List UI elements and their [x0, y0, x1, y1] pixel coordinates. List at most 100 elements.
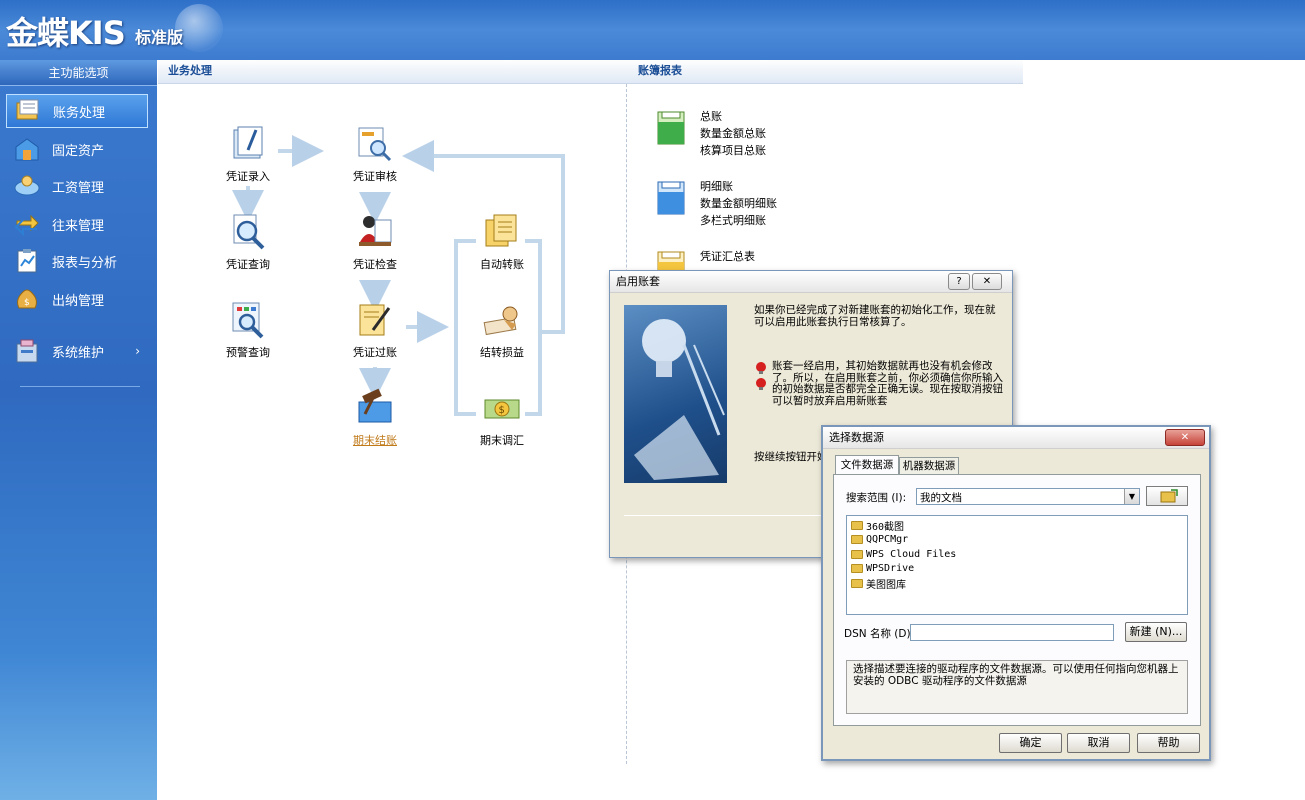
up-folder-button[interactable] — [1146, 486, 1188, 506]
flow-voucher-entry[interactable]: 凭证录入 — [208, 124, 288, 184]
dialog-intro: 如果你已经完成了对新建账套的初始化工作，现在就可以启用此账套执行日常核算了。 — [754, 304, 996, 328]
ledger-group-summary: 凭证汇总表 — [700, 248, 755, 265]
folder-icon — [851, 564, 863, 574]
ledger-group-detail: 明细账 数量金额明细账 多栏式明细账 — [700, 178, 777, 229]
flow-label: 期末结账 — [353, 434, 397, 447]
help-button[interactable]: ? — [948, 273, 970, 290]
ledger-link-multi-detail[interactable]: 多栏式明细账 — [700, 212, 777, 229]
voucher-entry-icon — [228, 124, 268, 164]
search-range-label: 搜索范围 (I): — [846, 492, 907, 504]
dialog-title: 启用账套 — [616, 275, 660, 288]
flow-voucher-audit[interactable]: 凭证审核 — [335, 124, 415, 184]
app-edition: 标准版 — [135, 28, 184, 47]
ledger-link-general[interactable]: 总账 — [700, 108, 766, 125]
carry-forward-icon — [482, 300, 522, 340]
sidebar-item-label: 账务处理 — [53, 105, 106, 121]
ledger-group-general: 总账 数量金额总账 核算项目总账 — [700, 108, 766, 159]
dsn-name-input[interactable] — [910, 624, 1114, 641]
folder-icon — [851, 549, 863, 559]
posting-pen-icon — [355, 300, 395, 340]
sidebar-divider — [20, 386, 140, 387]
sidebar: 主功能选项 账务处理 固定资产 工资管理 往来管理 报表与分析 $ 出纳管理 系… — [0, 60, 157, 800]
payroll-icon — [12, 172, 42, 200]
close-button[interactable]: ✕ — [1165, 429, 1205, 446]
flow-label: 结转损益 — [480, 346, 524, 359]
building-icon — [12, 135, 42, 163]
blue-ledger-icon — [656, 180, 686, 216]
alert-magnifier-icon — [228, 300, 268, 340]
list-item[interactable]: WPSDrive — [849, 562, 1187, 577]
exchange-arrows-icon — [12, 210, 42, 238]
ledger-link-voucher-summary[interactable]: 凭证汇总表 — [700, 248, 755, 265]
sidebar-item-fixed-assets[interactable]: 固定资产 — [6, 132, 148, 166]
dialog-title: 选择数据源 — [829, 431, 884, 444]
sidebar-item-reports[interactable]: 报表与分析 — [6, 244, 148, 278]
ledger-link-qty-general[interactable]: 数量金额总账 — [700, 125, 766, 142]
flow-label: 自动转账 — [480, 258, 524, 271]
app-header: 金蝶KIS 标准版 — [0, 0, 1305, 60]
flow-label: 期末调汇 — [480, 434, 524, 447]
list-item[interactable]: QQPCMgr — [849, 533, 1187, 548]
select-datasource-dialog: 选择数据源 ✕ 文件数据源 机器数据源 搜索范围 (I): 我的文档 ▼ 360… — [821, 425, 1211, 761]
svg-text:$: $ — [24, 298, 30, 308]
search-range-select[interactable]: 我的文档 ▼ — [916, 488, 1140, 505]
gavel-icon — [355, 388, 395, 428]
help-button[interactable]: 帮助 — [1137, 733, 1200, 753]
sidebar-item-label: 往来管理 — [52, 218, 105, 234]
svg-text:$: $ — [499, 405, 505, 416]
sidebar-item-label: 系统维护 — [52, 345, 105, 361]
datasource-description: 选择描述要连接的驱动程序的文件数据源。可以使用任何指向您机器上安装的 ODBC … — [846, 660, 1188, 714]
tab-file-datasource[interactable]: 文件数据源 — [835, 455, 899, 475]
sidebar-item-accounting[interactable]: 账务处理 — [6, 94, 148, 128]
sidebar-item-cashier[interactable]: $ 出纳管理 — [6, 282, 148, 316]
flow-voucher-query[interactable]: 凭证查询 — [208, 212, 288, 272]
list-item[interactable]: 美图图库 — [849, 576, 1187, 591]
submenu-arrow-icon: › — [135, 344, 140, 358]
system-tools-icon — [12, 337, 42, 365]
sidebar-item-system[interactable]: 系统维护 › — [6, 334, 148, 368]
ok-button[interactable]: 确定 — [999, 733, 1062, 753]
flow-period-close[interactable]: 期末结账 — [335, 388, 415, 448]
chevron-down-icon[interactable]: ▼ — [1124, 489, 1139, 504]
dialog-titlebar: 启用账套 ? ✕ — [610, 271, 1012, 293]
dialog-warning: 账套一经启用，其初始数据就再也没有机会修改了。所以，在启用账套之前，你必须确信你… — [772, 360, 1003, 407]
inspector-person-icon — [355, 212, 395, 252]
sidebar-item-label: 固定资产 — [52, 143, 105, 159]
flow-auto-transfer[interactable]: 自动转账 — [462, 212, 542, 272]
tab-machine-datasource[interactable]: 机器数据源 — [899, 457, 959, 475]
ledger-link-item-general[interactable]: 核算项目总账 — [700, 142, 766, 159]
dsn-name-label: DSN 名称 (D): — [844, 628, 915, 640]
sidebar-title: 主功能选项 — [0, 60, 157, 86]
ledger-link-qty-detail[interactable]: 数量金额明细账 — [700, 195, 777, 212]
flow-label: 凭证录入 — [226, 170, 270, 183]
sidebar-item-label: 报表与分析 — [52, 255, 118, 271]
list-item[interactable]: WPS Cloud Files — [849, 547, 1187, 562]
ledger-panel-title: 账簿报表 — [628, 60, 1023, 84]
cancel-button[interactable]: 取消 — [1067, 733, 1130, 753]
ledger-link-detail[interactable]: 明细账 — [700, 178, 777, 195]
lightbulb-illustration — [624, 305, 727, 483]
close-button[interactable]: ✕ — [972, 273, 1002, 290]
flow-voucher-posting[interactable]: 凭证过账 — [335, 300, 415, 360]
business-panel-title: 业务处理 — [158, 60, 628, 84]
list-item[interactable]: 360截图 — [849, 518, 1187, 533]
folder-up-icon — [1160, 489, 1178, 503]
tab-content: 搜索范围 (I): 我的文档 ▼ 360截图 QQPCMgr WPS Cloud… — [833, 474, 1201, 726]
cash-adjust-icon: $ — [482, 388, 522, 428]
flow-alert-query[interactable]: 预警查询 — [208, 300, 288, 360]
flow-voucher-check[interactable]: 凭证检查 — [335, 212, 415, 272]
magnifier-icon — [228, 212, 268, 252]
sidebar-item-payroll[interactable]: 工资管理 — [6, 169, 148, 203]
flow-exchange-adjust[interactable]: $ 期末调汇 — [462, 388, 542, 448]
report-clipboard-icon — [12, 247, 42, 275]
flow-label: 凭证过账 — [353, 346, 397, 359]
flow-label: 凭证查询 — [226, 258, 270, 271]
flow-label: 凭证检查 — [353, 258, 397, 271]
sidebar-item-receivables[interactable]: 往来管理 — [6, 207, 148, 241]
voucher-audit-icon — [355, 124, 395, 164]
folder-list[interactable]: 360截图 QQPCMgr WPS Cloud Files WPSDrive 美… — [846, 515, 1188, 615]
dialog-titlebar: 选择数据源 ✕ — [823, 427, 1209, 449]
new-dsn-button[interactable]: 新建 (N)... — [1125, 622, 1187, 642]
money-bag-icon: $ — [12, 285, 42, 313]
flow-carry-forward[interactable]: 结转损益 — [462, 300, 542, 360]
